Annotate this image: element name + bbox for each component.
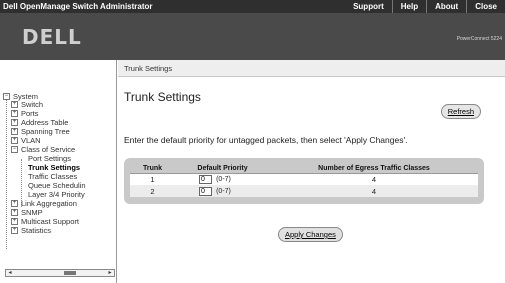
tree-item-label: Queue Schedulin — [28, 180, 86, 190]
table-row: 1 (0-7) 4 — [130, 173, 478, 185]
help-link[interactable]: Help — [391, 0, 426, 13]
tree-item-label: Spanning Tree — [21, 126, 70, 136]
priority-range: (0-7) — [216, 187, 231, 195]
expand-icon[interactable]: + — [11, 109, 18, 117]
navigation-tree: − System + Switch + Ports + Address Tabl… — [0, 60, 117, 283]
tree-item-multicast-support[interactable]: + Multicast Support — [11, 216, 79, 226]
egress-classes-value: 4 — [270, 173, 478, 185]
tree-item-address-table[interactable]: + Address Table — [11, 117, 69, 127]
tree-item-label: Traffic Classes — [28, 171, 78, 181]
tree-item-snmp[interactable]: + SNMP — [11, 207, 43, 217]
refresh-button[interactable]: Refresh — [440, 104, 481, 119]
column-header-egress-classes: Number of Egress Traffic Classes — [270, 164, 478, 174]
scroll-right-icon[interactable]: ▸ — [106, 270, 114, 276]
tree-item-trunk-settings[interactable]: Trunk Settings — [28, 162, 81, 172]
tree-item-link-aggregation[interactable]: + Link Aggregation — [11, 198, 77, 208]
column-header-trunk: Trunk — [130, 164, 175, 174]
tree-item-vlan[interactable]: + VLAN — [11, 135, 41, 145]
trunk-id: 2 — [130, 185, 175, 197]
column-header-default-priority: Default Priority — [175, 164, 270, 174]
top-nav: Support Help About Close — [345, 0, 505, 13]
tree-guide-line — [6, 96, 7, 249]
apply-changes-button[interactable]: Apply Changes — [278, 227, 343, 242]
priority-range: (0-7) — [216, 176, 231, 183]
tree-item-traffic-classes[interactable]: Traffic Classes — [28, 171, 78, 181]
expand-icon[interactable]: + — [11, 208, 18, 216]
expand-icon[interactable]: + — [11, 226, 18, 234]
about-link[interactable]: About — [426, 0, 466, 13]
priority-cell: (0-7) — [175, 185, 270, 197]
tree-item-label: SNMP — [21, 207, 43, 217]
egress-classes-value: 4 — [270, 185, 478, 197]
banner: DELL PowerConnect 5224 — [0, 13, 505, 60]
support-link[interactable]: Support — [345, 0, 392, 13]
model-name: PowerConnect 5224 — [456, 36, 502, 42]
trunk-id: 1 — [130, 173, 175, 185]
tree-item-label: Address Table — [21, 117, 69, 127]
default-priority-input[interactable] — [199, 186, 212, 196]
tree-item-label: Port Settings — [28, 153, 71, 163]
scrollbar-thumb[interactable] — [64, 271, 76, 275]
tree-item-port-settings[interactable]: Port Settings — [28, 153, 71, 163]
expand-icon[interactable]: + — [11, 100, 18, 108]
tree-item-queue-scheduling[interactable]: Queue Schedulin — [28, 180, 86, 190]
expand-icon[interactable]: + — [11, 136, 18, 144]
expand-icon[interactable]: + — [11, 199, 18, 207]
tree-item-label: Layer 3/4 Priority — [28, 189, 85, 199]
app-title: Dell OpenManage Switch Administrator — [3, 2, 153, 11]
collapse-icon[interactable]: − — [3, 92, 10, 100]
close-link[interactable]: Close — [466, 0, 505, 13]
expand-icon[interactable]: + — [11, 217, 18, 225]
tree-item-ports[interactable]: + Ports — [11, 108, 39, 118]
tree-item-statistics[interactable]: + Statistics — [11, 225, 52, 235]
tree-item-label: Ports — [21, 108, 39, 118]
table-header-row: Trunk Default Priority Number of Egress … — [130, 164, 478, 174]
tree-item-label: VLAN — [21, 135, 41, 145]
expand-icon[interactable]: + — [11, 127, 18, 135]
tree-item-label: Multicast Support — [21, 216, 79, 226]
tree-item-label: Statistics — [21, 225, 52, 235]
page-title: Trunk Settings — [124, 90, 201, 104]
trunk-settings-table: Trunk Default Priority Number of Egress … — [124, 158, 484, 204]
dell-logo: DELL — [22, 25, 82, 49]
expand-icon[interactable]: + — [11, 118, 18, 126]
tree-item-label: Trunk Settings — [28, 162, 81, 172]
collapse-icon[interactable]: − — [11, 145, 18, 153]
tree-item-class-of-service[interactable]: − Class of Service — [11, 144, 76, 154]
tree-item-label: Class of Service — [21, 144, 76, 154]
default-priority-input[interactable] — [199, 175, 212, 184]
tree-item-spanning-tree[interactable]: + Spanning Tree — [11, 126, 70, 136]
priority-cell: (0-7) — [175, 173, 270, 185]
tree-item-layer34-priority[interactable]: Layer 3/4 Priority — [28, 189, 85, 199]
tree-item-label: Switch — [21, 99, 44, 109]
table-row: 2 (0-7) 4 — [130, 185, 478, 197]
instruction-text: Enter the default priority for untagged … — [124, 135, 408, 145]
tree-item-label: Link Aggregation — [21, 198, 77, 208]
horizontal-scrollbar[interactable]: ◂ ▸ — [5, 269, 115, 277]
tree-item-switch[interactable]: + Switch — [11, 99, 44, 109]
breadcrumb: Trunk Settings — [118, 60, 505, 77]
scroll-left-icon[interactable]: ◂ — [6, 270, 14, 276]
top-bar: Dell OpenManage Switch Administrator Sup… — [0, 0, 505, 13]
